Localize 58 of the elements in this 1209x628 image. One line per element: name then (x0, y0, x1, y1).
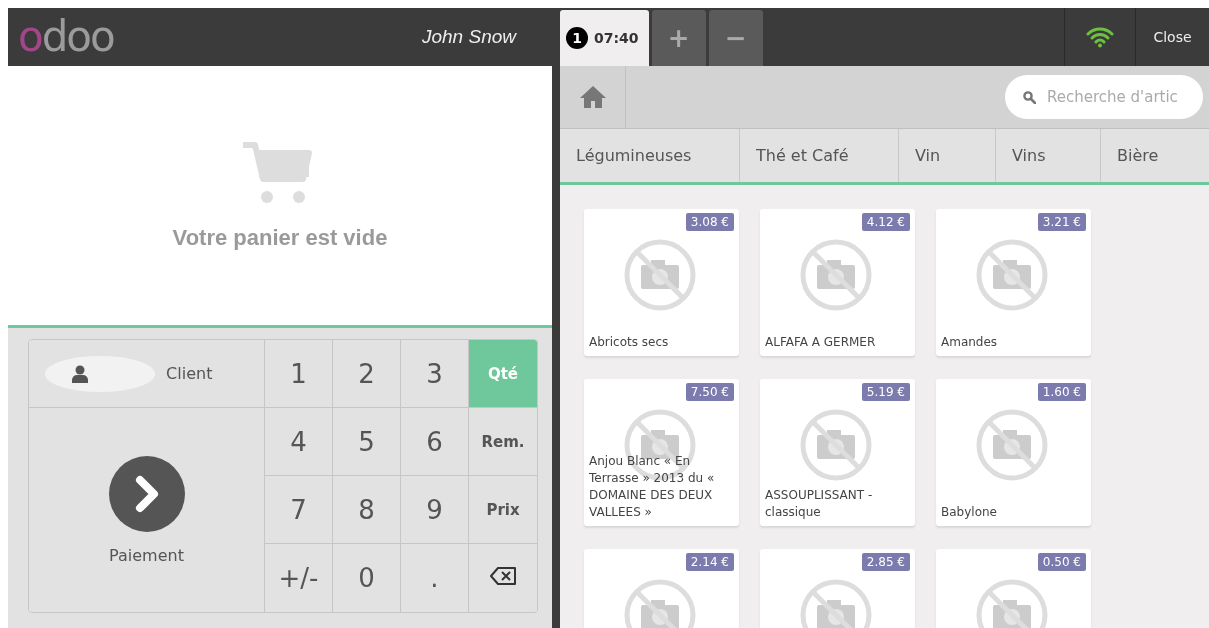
product-card[interactable]: 3.21 € Amandes (936, 209, 1091, 356)
numpad-key[interactable]: 9 (401, 476, 469, 544)
wifi-icon (1086, 26, 1114, 48)
product-card[interactable]: 0.50 € (936, 549, 1091, 628)
category-tab[interactable]: Vins (996, 129, 1101, 182)
product-card[interactable]: 7.50 € Anjou Blanc « En Terrasse » 2013 du « DOMAINE DES DEUX VALLEES » (584, 379, 739, 526)
product-name: ASSOUPLISSANT - classique (765, 487, 874, 521)
price-tag: 3.21 € (1037, 213, 1086, 231)
new-order-button[interactable]: + (651, 10, 706, 66)
no-photo-icon (976, 239, 1048, 311)
product-name: Anjou Blanc « En Terrasse » 2013 du « DOMAINE DES DEUX VALLEES » (589, 453, 716, 521)
numpad-key[interactable]: 2 (333, 340, 401, 408)
empty-cart-message: Votre panier est vide (172, 224, 388, 251)
product-name: Abricots secs (589, 334, 670, 351)
numpad-key[interactable]: 6 (401, 408, 469, 476)
person-icon (71, 364, 88, 383)
product-name: Babylone (941, 504, 998, 521)
no-photo-icon (800, 239, 872, 311)
odoo-logo: odoo (18, 16, 114, 58)
category-tab[interactable]: Légumineuses (560, 129, 740, 182)
price-tag: 0.50 € (1037, 553, 1086, 571)
chevron-right-icon (108, 455, 185, 532)
product-card[interactable]: 3.08 € Abricots secs (584, 209, 739, 356)
price-tag: 1.60 € (1037, 383, 1086, 401)
delete-order-button[interactable]: − (708, 10, 763, 66)
price-tag: 4.12 € (861, 213, 910, 231)
search-icon (1023, 91, 1036, 104)
product-card[interactable]: 2.14 € (584, 549, 739, 628)
no-photo-icon (976, 409, 1048, 481)
numpad-key[interactable]: 5 (333, 408, 401, 476)
product-name: ALFAFA A GERMER (765, 334, 877, 351)
numpad-key[interactable]: 8 (333, 476, 401, 544)
product-card[interactable]: 5.19 € ASSOUPLISSANT - classique (760, 379, 915, 526)
numpad-key[interactable]: 3 (401, 340, 469, 408)
numpad-key[interactable]: 4 (265, 408, 333, 476)
no-photo-icon (800, 409, 872, 481)
price-tag: 7.50 € (685, 383, 734, 401)
cashier-name[interactable]: John Snow (422, 26, 516, 48)
price-tag: 2.14 € (685, 553, 734, 571)
payment-button[interactable]: Paiement (29, 408, 265, 612)
category-tab[interactable]: Thé et Café (740, 129, 899, 182)
category-tab[interactable]: Bière (1101, 129, 1209, 182)
client-button[interactable]: Client (29, 340, 265, 408)
home-icon (578, 85, 607, 109)
price-tag: 5.19 € (861, 383, 910, 401)
backspace-icon (490, 567, 516, 585)
product-card[interactable]: 2.85 € (760, 549, 915, 628)
price-tag: 3.08 € (685, 213, 734, 231)
product-card[interactable]: 1.60 € Babylone (936, 379, 1091, 526)
product-name: Amandes (941, 334, 999, 351)
numpad-key[interactable]: 7 (265, 476, 333, 544)
price-tag: 2.85 € (861, 553, 910, 571)
product-card[interactable]: 4.12 € ALFAFA A GERMER (760, 209, 915, 356)
search-field[interactable]: Recherche d'artic (1005, 75, 1203, 119)
category-tab[interactable]: Vin (899, 129, 996, 182)
numpad-key[interactable]: 1 (265, 340, 333, 408)
no-photo-icon (624, 239, 696, 311)
order-tab[interactable]: 1 07:40 (560, 10, 649, 66)
